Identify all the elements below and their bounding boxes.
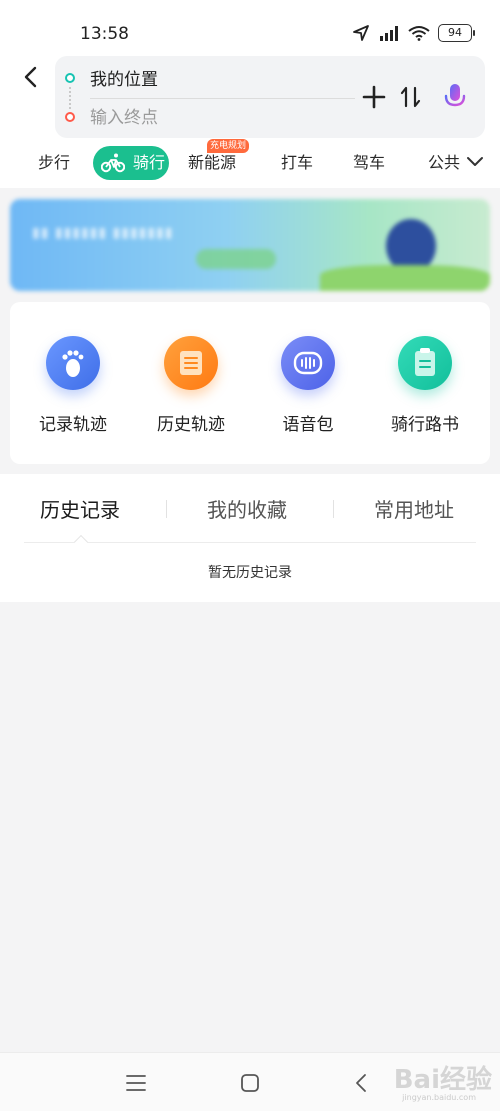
tab-separator (166, 500, 167, 518)
voice-input-button[interactable] (441, 82, 469, 112)
footprint-icon (46, 336, 100, 390)
tool-label: 语音包 (282, 415, 334, 435)
tab-public-transit[interactable]: 公共 (428, 146, 462, 180)
route-input-card: 我的位置 (55, 56, 485, 138)
home-square-icon (241, 1074, 259, 1092)
back-arrow-icon (24, 66, 37, 88)
system-back-button[interactable] (350, 1071, 374, 1095)
tab-drive[interactable]: 驾车 (353, 146, 385, 180)
tab-cycling[interactable]: 骑行 (93, 146, 169, 180)
empty-history-message: 暂无历史记录 (208, 565, 292, 581)
tabs-divider (24, 542, 476, 543)
more-modes-button[interactable] (462, 150, 488, 176)
chevron-down-icon (467, 157, 483, 166)
destination-input[interactable] (90, 104, 340, 132)
add-waypoint-button[interactable] (361, 84, 387, 110)
cycling-roadbook-tool[interactable]: 骑行路书 (375, 336, 475, 435)
swap-route-button[interactable] (399, 84, 423, 110)
active-tab-indicator (73, 534, 89, 550)
charging-plan-badge: 充电规划 (207, 139, 250, 153)
history-section: 历史记录 我的收藏 常用地址 暂无历史记录 (0, 474, 500, 602)
battery-level: 94 (448, 26, 462, 39)
tab-separator (333, 500, 334, 518)
signal-icon (380, 26, 398, 41)
menu-button[interactable] (124, 1071, 148, 1095)
route-divider (90, 98, 355, 99)
history-track-tool[interactable]: 历史轨迹 (141, 336, 241, 435)
system-nav-bar: Bai经验 jingyan.baidu.com (0, 1052, 500, 1111)
start-point-dot (65, 73, 75, 83)
baidu-watermark-logo: Bai经验 (393, 1065, 492, 1095)
tool-label: 记录轨迹 (39, 415, 107, 435)
status-time: 13:58 (80, 24, 129, 44)
back-button[interactable] (18, 64, 44, 90)
origin-field[interactable]: 我的位置 (90, 65, 158, 90)
tool-label: 骑行路书 (391, 415, 459, 435)
document-icon (164, 336, 218, 390)
tab-cycling-label: 骑行 (133, 153, 166, 172)
location-arrow-icon (353, 25, 369, 41)
promo-banner[interactable]: ▮▮ ▮▮▮▮▮▮ ▮▮▮▮▮▮▮ (10, 199, 490, 291)
banner-grass (320, 265, 490, 291)
tab-taxi[interactable]: 打车 (281, 146, 313, 180)
swap-icon (400, 86, 421, 108)
travel-mode-tabs: 步行 骑行 新能源 充电规划 打车 驾车 公共 (0, 139, 500, 182)
status-icons: 94 (352, 24, 475, 42)
voice-wave-icon (281, 336, 335, 390)
route-connector (69, 87, 71, 109)
status-bar: 13:58 94 (0, 0, 500, 56)
tab-walk[interactable]: 步行 (38, 146, 70, 180)
menu-icon (126, 1075, 146, 1091)
home-button[interactable] (238, 1071, 262, 1095)
wifi-icon (408, 26, 430, 41)
banner-button (196, 249, 276, 269)
baidu-watermark-url: jingyan.baidu.com (402, 1093, 476, 1102)
banner-blurred-text: ▮▮ ▮▮▮▮▮▮ ▮▮▮▮▮▮▮ (32, 225, 174, 241)
plus-icon (362, 85, 386, 109)
microphone-icon (444, 84, 466, 112)
back-triangle-icon (356, 1074, 366, 1092)
bicycle-icon (101, 153, 125, 173)
end-point-dot (65, 112, 75, 122)
tab-common-addresses[interactable]: 常用地址 (374, 494, 454, 523)
tab-history-records[interactable]: 历史记录 (40, 494, 120, 523)
tab-my-favorites[interactable]: 我的收藏 (207, 494, 287, 523)
cycling-tools-card: 记录轨迹 历史轨迹 语音包 骑行路书 (10, 302, 490, 464)
voice-pack-tool[interactable]: 语音包 (258, 336, 358, 435)
tool-label: 历史轨迹 (157, 415, 225, 435)
clipboard-icon (398, 336, 452, 390)
record-track-tool[interactable]: 记录轨迹 (23, 336, 123, 435)
battery-icon: 94 (438, 24, 475, 42)
